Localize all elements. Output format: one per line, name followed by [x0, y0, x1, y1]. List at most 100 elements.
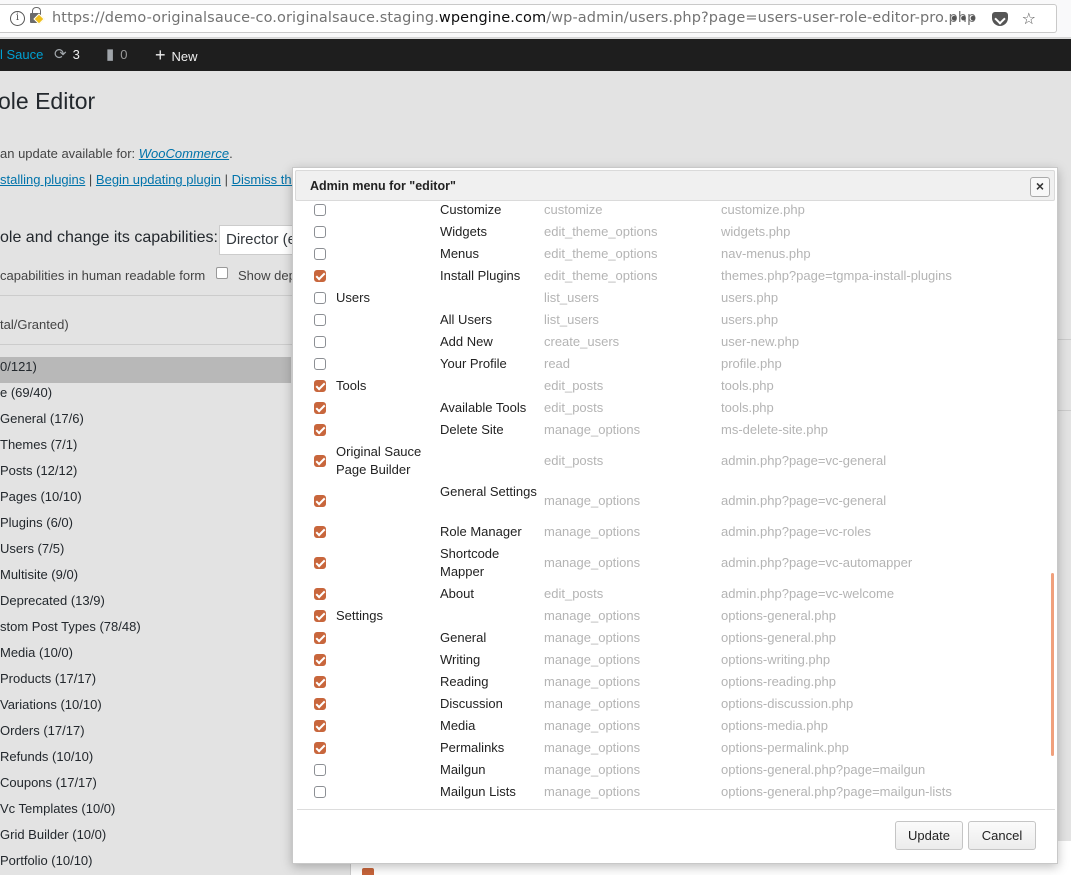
menu-item-checkbox[interactable] [314, 786, 326, 798]
menu-item-url: admin.php?page=vc-general [721, 493, 887, 508]
admin-menu-row: Discussion manage_options options-discussi… [297, 693, 1037, 715]
menu-item-checkbox[interactable] [314, 742, 326, 754]
submenu-item-title: About [440, 586, 474, 601]
menu-item-capability: manage_options [544, 630, 641, 645]
menu-item-checkbox[interactable] [314, 314, 326, 326]
capability-group-item[interactable]: Grid Builder (10/0) [0, 825, 291, 851]
menu-item-checkbox[interactable] [314, 358, 326, 370]
menu-item-checkbox[interactable] [314, 588, 326, 600]
capability-group-item[interactable]: Themes (7/1) [0, 435, 291, 461]
dialog-scrollbar[interactable] [1051, 573, 1054, 756]
menu-item-checkbox[interactable] [314, 654, 326, 666]
close-icon[interactable]: × [1030, 177, 1050, 197]
admin-bar-comments[interactable]: ▮ 0 [106, 39, 128, 71]
info-icon[interactable]: i [10, 11, 25, 26]
capability-group-item[interactable]: Portfolio (10/10) [0, 851, 291, 875]
plus-icon: + [155, 45, 166, 65]
admin-bar-new[interactable]: + New [155, 39, 198, 71]
notice-end: . [229, 146, 233, 161]
menu-item-checkbox[interactable] [314, 248, 326, 260]
capability-group-item[interactable]: Deprecated (13/9) [0, 591, 291, 617]
insecure-lock-icon[interactable] [30, 7, 41, 23]
menu-item-url: options-media.php [721, 718, 828, 733]
capability-group-item[interactable]: Variations (10/10) [0, 695, 291, 721]
capability-group-item[interactable]: stom Post Types (78/48) [0, 617, 291, 643]
admin-bar-updates[interactable]: ⟳ 3 [54, 39, 80, 71]
capability-checkbox[interactable] [362, 868, 374, 875]
show-deprecated-checkbox[interactable] [216, 267, 228, 279]
capability-group-item[interactable]: Pages (10/10) [0, 487, 291, 513]
menu-item-checkbox[interactable] [314, 455, 326, 467]
admin-menu-row: Widgets edit_theme_options widgets.php [297, 221, 1037, 243]
menu-item-checkbox[interactable] [314, 557, 326, 569]
capability-group-item[interactable]: Products (17/17) [0, 669, 291, 695]
menu-item-url: profile.php [721, 356, 782, 371]
menu-item-checkbox[interactable] [314, 632, 326, 644]
woocommerce-link[interactable]: WooCommerce [139, 146, 229, 161]
capability-group-item[interactable]: Plugins (6/0) [0, 513, 291, 539]
menu-item-checkbox[interactable] [314, 292, 326, 304]
admin-menu-row: Settings manage_options options-general.ph… [297, 605, 1037, 627]
dismiss-link[interactable]: Dismiss this [232, 172, 301, 187]
menu-item-capability: manage_options [544, 493, 641, 508]
separator: | [88, 172, 93, 187]
browser-toolbar: i https://demo-originalsauce-co.original… [0, 0, 1071, 38]
admin-bar-site-name[interactable]: l Sauce [0, 39, 43, 71]
menu-item-title: Original Sauce Page Builder [336, 444, 422, 477]
capability-group-item[interactable]: 0/121) [0, 357, 291, 383]
menu-item-checkbox[interactable] [314, 424, 326, 436]
cancel-button[interactable]: Cancel [968, 821, 1036, 850]
menu-item-checkbox[interactable] [314, 226, 326, 238]
comments-count: 0 [120, 47, 128, 62]
install-plugins-link[interactable]: stalling plugins [0, 172, 85, 187]
menu-item-checkbox[interactable] [314, 270, 326, 282]
menu-item-checkbox[interactable] [314, 610, 326, 622]
capability-group-item[interactable]: Vc Templates (10/0) [0, 799, 291, 825]
menu-item-url: options-discussion.php [721, 696, 854, 711]
menu-item-checkbox[interactable] [314, 204, 326, 216]
menu-item-checkbox[interactable] [314, 698, 326, 710]
url-text[interactable]: https://demo-originalsauce-co.originalsa… [52, 10, 976, 26]
submenu-item-title: Shortcode Mapper [440, 546, 500, 579]
menu-item-capability: manage_options [544, 608, 641, 623]
role-select[interactable]: Director (e [219, 225, 299, 255]
admin-menu-row: Users list_users users.php [297, 287, 1037, 309]
dialog-titlebar: Admin menu for "editor" × [295, 170, 1055, 201]
pocket-icon[interactable] [991, 11, 1008, 26]
new-label: New [171, 49, 198, 64]
capability-group-item[interactable]: e (69/40) [0, 383, 291, 409]
divider [1057, 339, 1071, 340]
update-button[interactable]: Update [895, 821, 963, 850]
admin-menu-row: All Users list_users users.php [297, 309, 1037, 331]
ellipsis-icon[interactable]: ••• [949, 9, 977, 28]
address-bar[interactable]: i https://demo-originalsauce-co.original… [0, 4, 1057, 33]
capability-group-item[interactable]: Orders (17/17) [0, 721, 291, 747]
menu-item-checkbox[interactable] [314, 676, 326, 688]
menu-item-capability: manage_options [544, 652, 641, 667]
menu-item-checkbox[interactable] [314, 380, 326, 392]
capability-group-item[interactable]: Users (7/5) [0, 539, 291, 565]
menu-item-url: nav-menus.php [721, 246, 811, 261]
admin-menu-row: Customize customize customize.php [297, 203, 1037, 221]
capability-group-item[interactable]: Media (10/0) [0, 643, 291, 669]
begin-update-link[interactable]: Begin updating plugin [96, 172, 221, 187]
star-icon[interactable]: ☆ [1022, 9, 1036, 28]
capability-group-item[interactable]: General (17/6) [0, 409, 291, 435]
show-deprecated-label: Show dep [238, 268, 296, 283]
capability-group-item[interactable]: Coupons (17/17) [0, 773, 291, 799]
capability-group-item[interactable]: Multisite (9/0) [0, 565, 291, 591]
menu-item-checkbox[interactable] [314, 495, 326, 507]
menu-item-checkbox[interactable] [314, 764, 326, 776]
notice-text: an update available for: [0, 146, 139, 161]
menu-item-url: themes.php?page=tgmpa-install-plugins [721, 268, 952, 283]
menu-item-checkbox[interactable] [314, 402, 326, 414]
url-actions: ••• ☆ [949, 9, 1036, 28]
menu-item-checkbox[interactable] [314, 720, 326, 732]
menu-item-url: tools.php [721, 400, 774, 415]
divider [0, 344, 300, 345]
capability-group-item[interactable]: Refunds (10/10) [0, 747, 291, 773]
menu-item-checkbox[interactable] [314, 336, 326, 348]
menu-item-checkbox[interactable] [314, 526, 326, 538]
capability-group-item[interactable]: Posts (12/12) [0, 461, 291, 487]
submenu-item-title: General Settings [440, 484, 537, 499]
